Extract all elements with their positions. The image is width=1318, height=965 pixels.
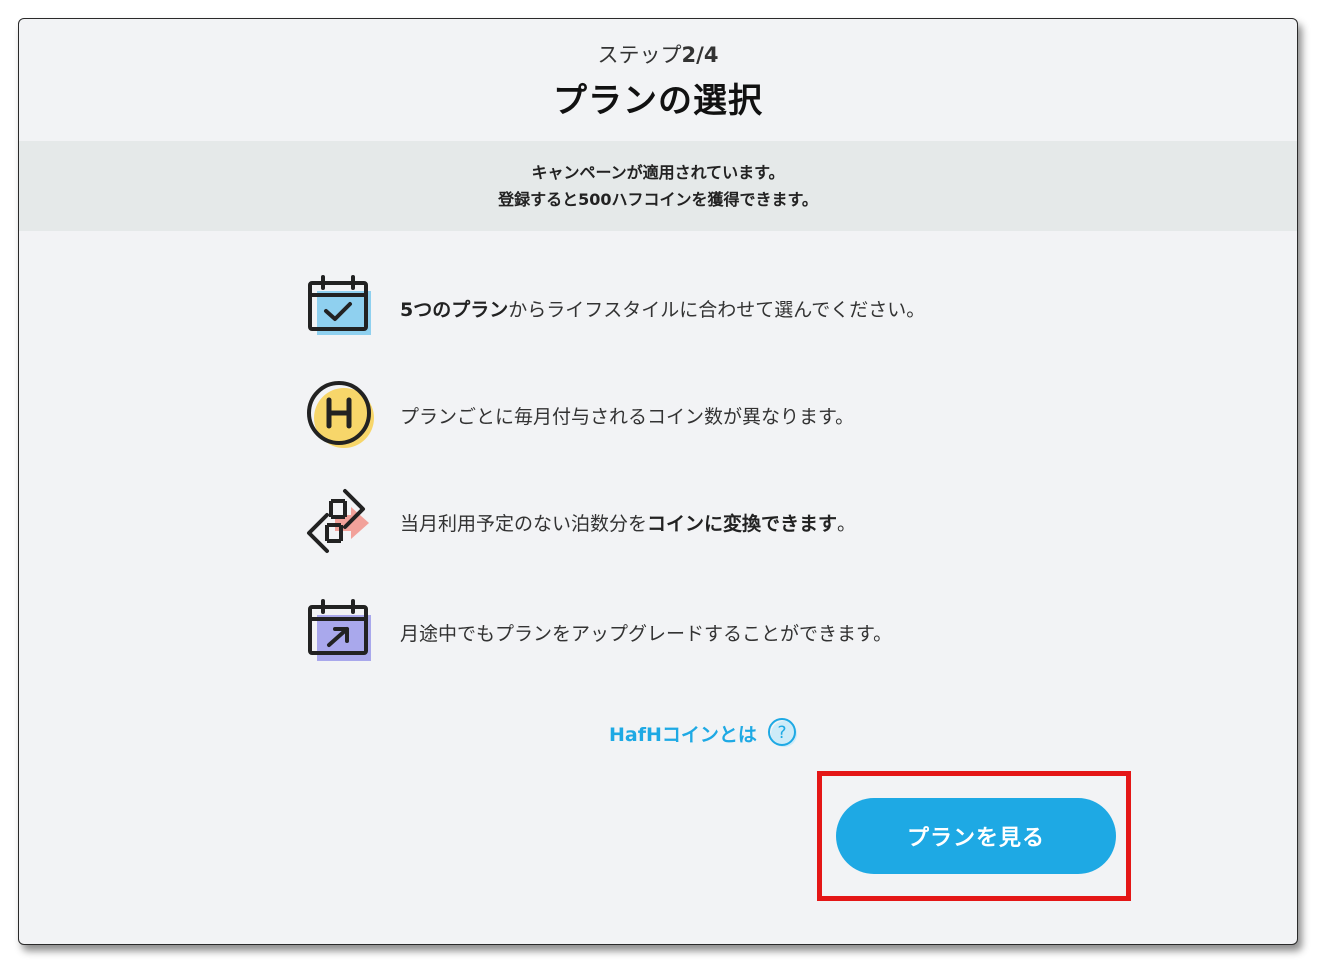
svg-text:?: ? [777,723,786,743]
feature-text-exchange-bold: コインに変換できます [647,513,838,535]
campaign-banner: キャンペーンが適用されています。 登録すると500ハフコインを獲得できます。 [19,141,1297,231]
step-value: 2/4 [681,43,719,67]
step-prefix: ステップ [597,43,682,67]
exchange-arrows-icon [307,489,369,553]
feature-text-plans: 5つのプランからライフスタイルに合わせて選んでください。 [400,295,925,322]
help-circle-icon[interactable]: ? [767,717,799,749]
feature-text-plans-rest: からライフスタイルに合わせて選んでください。 [508,299,926,321]
feature-text-upgrade: 月途中でもプランをアップグレードすることができます。 [400,623,893,645]
hafh-coin-link-label[interactable]: HafHコインとは [609,720,757,747]
hafh-coin-icon [307,381,374,448]
feature-text-exchange-plain: 当月利用予定のない泊数分を [400,513,648,535]
feature-item-plans: 5つのプランからライフスタイルに合わせて選んでください。 [305,273,1065,343]
calendar-upgrade-icon [308,599,371,661]
feature-item-exchange: 当月利用予定のない泊数分をコインに変換できます。 [305,487,1065,557]
hafh-coin-info-link[interactable]: HafHコインとは ? [609,716,799,750]
feature-item-upgrade: 月途中でもプランをアップグレードすることができます。 [305,597,1065,667]
plan-selection-window: ステップ2/4 プランの選択 キャンペーンが適用されています。 登録すると500… [18,18,1298,945]
page-title: プランの選択 [553,81,763,121]
step-indicator: ステップ2/4 [19,39,1297,69]
feature-text-plans-bold: 5つのプラン [400,299,509,321]
calendar-check-icon [308,275,371,335]
feature-text-exchange: 当月利用予定のない泊数分をコインに変換できます。 [400,509,856,536]
feature-text-coins: プランごとに毎月付与されるコイン数が異なります。 [400,406,855,428]
view-plans-button[interactable]: プランを見る [836,798,1116,874]
feature-item-coins: プランごとに毎月付与されるコイン数が異なります。 [305,380,1065,450]
campaign-line-2: 登録すると500ハフコインを獲得できます。 [498,190,818,209]
feature-text-exchange-end: 。 [837,513,857,535]
campaign-line-1: キャンペーンが適用されています。 [531,163,785,182]
